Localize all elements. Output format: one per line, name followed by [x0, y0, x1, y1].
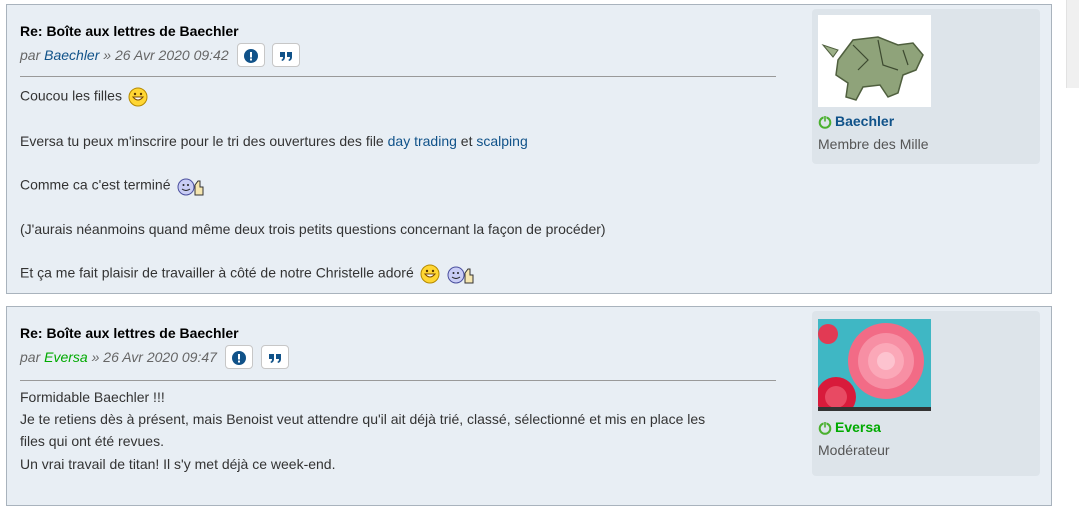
profile-name-text[interactable]: Eversa — [835, 419, 881, 435]
post-profile: Baechler Membre des Mille — [812, 9, 1040, 164]
post-title[interactable]: Re: Boîte aux lettres de Baechler — [20, 23, 239, 39]
post-author-link[interactable]: Eversa — [44, 349, 88, 365]
report-button[interactable] — [224, 345, 253, 369]
content-text: Comme ca c'est terminé — [20, 176, 171, 193]
scrollbar[interactable] — [1066, 0, 1079, 88]
quote-button[interactable] — [272, 43, 301, 67]
profile-rank: Membre des Mille — [818, 136, 929, 152]
report-button[interactable] — [236, 43, 265, 67]
content-text: (J'aurais néanmoins quand même deux troi… — [20, 221, 606, 237]
post-meta: par Baechler » 26 Avr 2020 09:42 — [20, 43, 301, 67]
online-power-icon — [818, 115, 832, 129]
post-1: Re: Boîte aux lettres de Baechler par Ba… — [6, 4, 1052, 294]
content-line: Formidable Baechler !!! — [20, 389, 165, 405]
content-line: Je te retiens dès à présent, mais Benois… — [20, 411, 706, 427]
scalping-link[interactable]: scalping — [476, 133, 527, 149]
day-trading-link[interactable]: day trading — [388, 133, 457, 149]
content-line: Et ça me fait plaisir de travailler à cô… — [20, 263, 476, 285]
meta-separator: » — [103, 47, 112, 63]
by-label: par — [20, 47, 41, 63]
content-text: Et ça me fait plaisir de travailler à cô… — [20, 264, 414, 281]
content-text: Coucou les filles — [20, 87, 122, 104]
user-avatar[interactable] — [818, 15, 931, 107]
profile-rank: Modérateur — [818, 442, 890, 458]
content-text: Eversa tu peux m'inscrire pour le tri de… — [20, 133, 384, 149]
profile-username[interactable]: Eversa — [818, 419, 881, 435]
post-profile: Eversa Modérateur — [812, 311, 1040, 476]
meta-separator: » — [91, 349, 100, 365]
post-divider — [20, 380, 776, 381]
quote-button[interactable] — [260, 345, 289, 369]
post-date: 26 Avr 2020 09:47 — [103, 349, 217, 365]
profile-name-text[interactable]: Baechler — [835, 113, 894, 129]
profile-username[interactable]: Baechler — [818, 113, 894, 129]
thumbs-up-emoji — [447, 266, 474, 284]
quote-icon — [268, 354, 281, 363]
post-date: 26 Avr 2020 09:42 — [114, 47, 229, 63]
report-icon — [243, 49, 258, 63]
thumbs-up-emoji — [177, 178, 204, 196]
content-line: Eversa tu peux m'inscrire pour le tri de… — [20, 133, 528, 149]
content-text: et — [460, 133, 473, 149]
post-author-link[interactable]: Baechler — [44, 47, 99, 63]
content-line: Un vrai travail de titan! Il s'y met déj… — [20, 456, 336, 472]
content-line: Coucou les filles — [20, 87, 148, 107]
content-line: (J'aurais néanmoins quand même deux troi… — [20, 221, 606, 237]
post-divider — [20, 76, 776, 77]
post-meta: par Eversa » 26 Avr 2020 09:47 — [20, 345, 289, 369]
online-power-icon — [818, 421, 832, 435]
content-line: Comme ca c'est terminé — [20, 175, 206, 197]
by-label: par — [20, 349, 41, 365]
post-title[interactable]: Re: Boîte aux lettres de Baechler — [20, 325, 239, 341]
report-icon — [231, 351, 246, 365]
grin-emoji — [420, 264, 440, 284]
content-line: files qui ont été revues. — [20, 433, 164, 449]
user-avatar[interactable] — [818, 319, 931, 411]
quote-icon — [280, 52, 293, 61]
post-2: Re: Boîte aux lettres de Baechler par Ev… — [6, 306, 1052, 506]
grin-emoji — [128, 87, 148, 107]
